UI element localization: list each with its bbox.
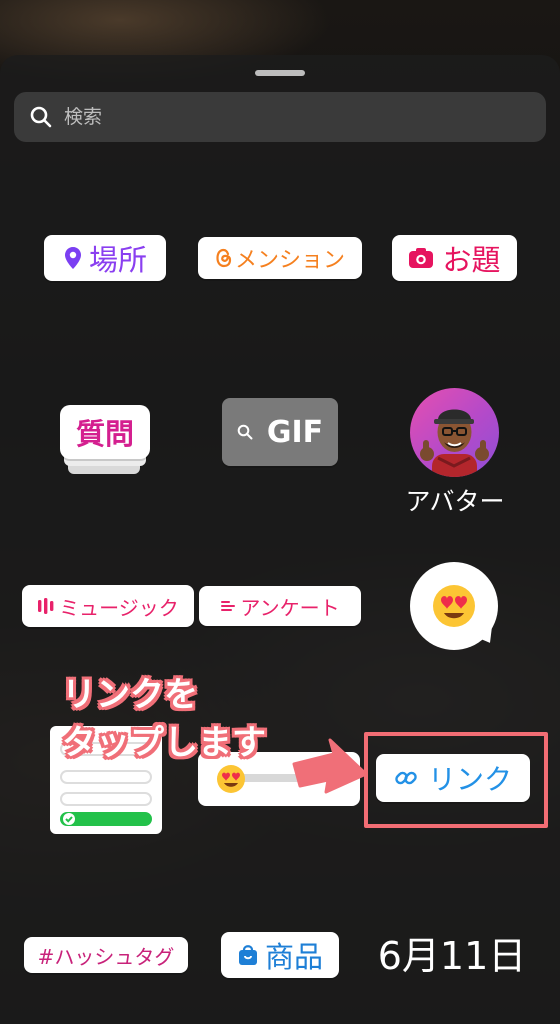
product-sticker[interactable]: 商品 (221, 932, 339, 978)
link-highlight-box (364, 732, 548, 828)
quiz-option (60, 792, 152, 806)
hashtag-sticker-label: #ハッシュタグ (37, 944, 175, 969)
quiz-option (60, 770, 152, 784)
gif-sticker[interactable]: GIF (222, 398, 338, 466)
avatar-memoji-icon (420, 409, 489, 477)
search-icon (237, 424, 253, 440)
search-bar[interactable] (14, 92, 546, 142)
poll-sticker-label: アンケート (240, 595, 340, 620)
emoji-reaction-sticker[interactable] (410, 562, 498, 650)
music-sticker-label: ミュージック (59, 595, 179, 620)
avatar-sticker-label: アバター (405, 487, 505, 516)
add-yours-sticker-label: お題 (442, 243, 501, 277)
location-pin-icon (64, 247, 81, 269)
shopping-bag-icon (238, 945, 257, 965)
poll-lines-icon (221, 601, 236, 611)
avatar-sticker[interactable] (410, 388, 499, 477)
instruction-annotation-line1: リンクを (62, 675, 198, 715)
music-sticker[interactable]: ミュージック (22, 585, 194, 627)
search-icon (30, 106, 52, 128)
heart-eyes-emoji-icon (433, 585, 475, 627)
threads-at-icon (216, 248, 232, 268)
mention-sticker-label: メンション (234, 248, 345, 273)
heart-eyes-emoji-icon (217, 765, 245, 793)
location-sticker-label: 場所 (88, 243, 147, 277)
search-input[interactable] (64, 106, 504, 128)
music-bars-icon (38, 598, 54, 614)
questions-sticker[interactable]: 質問 (60, 405, 150, 459)
product-sticker-label: 商品 (264, 940, 323, 974)
instruction-annotation-line2: タップします (62, 723, 266, 763)
gif-sticker-label: GIF (266, 414, 324, 450)
add-yours-sticker[interactable]: お題 (392, 235, 517, 281)
location-sticker[interactable]: 場所 (44, 235, 166, 281)
date-sticker[interactable]: 6月11日 (372, 928, 532, 984)
questions-sticker-label: 質問 (75, 417, 134, 451)
drag-handle[interactable] (255, 70, 305, 76)
sticker-tray (0, 55, 560, 1024)
poll-sticker[interactable]: アンケート (199, 586, 361, 626)
camera-icon (409, 248, 434, 268)
checkmark-icon (63, 813, 75, 825)
hashtag-sticker[interactable]: #ハッシュタグ (24, 937, 188, 973)
mention-sticker[interactable]: メンション (198, 237, 362, 279)
pointer-arrow-icon (292, 738, 368, 794)
